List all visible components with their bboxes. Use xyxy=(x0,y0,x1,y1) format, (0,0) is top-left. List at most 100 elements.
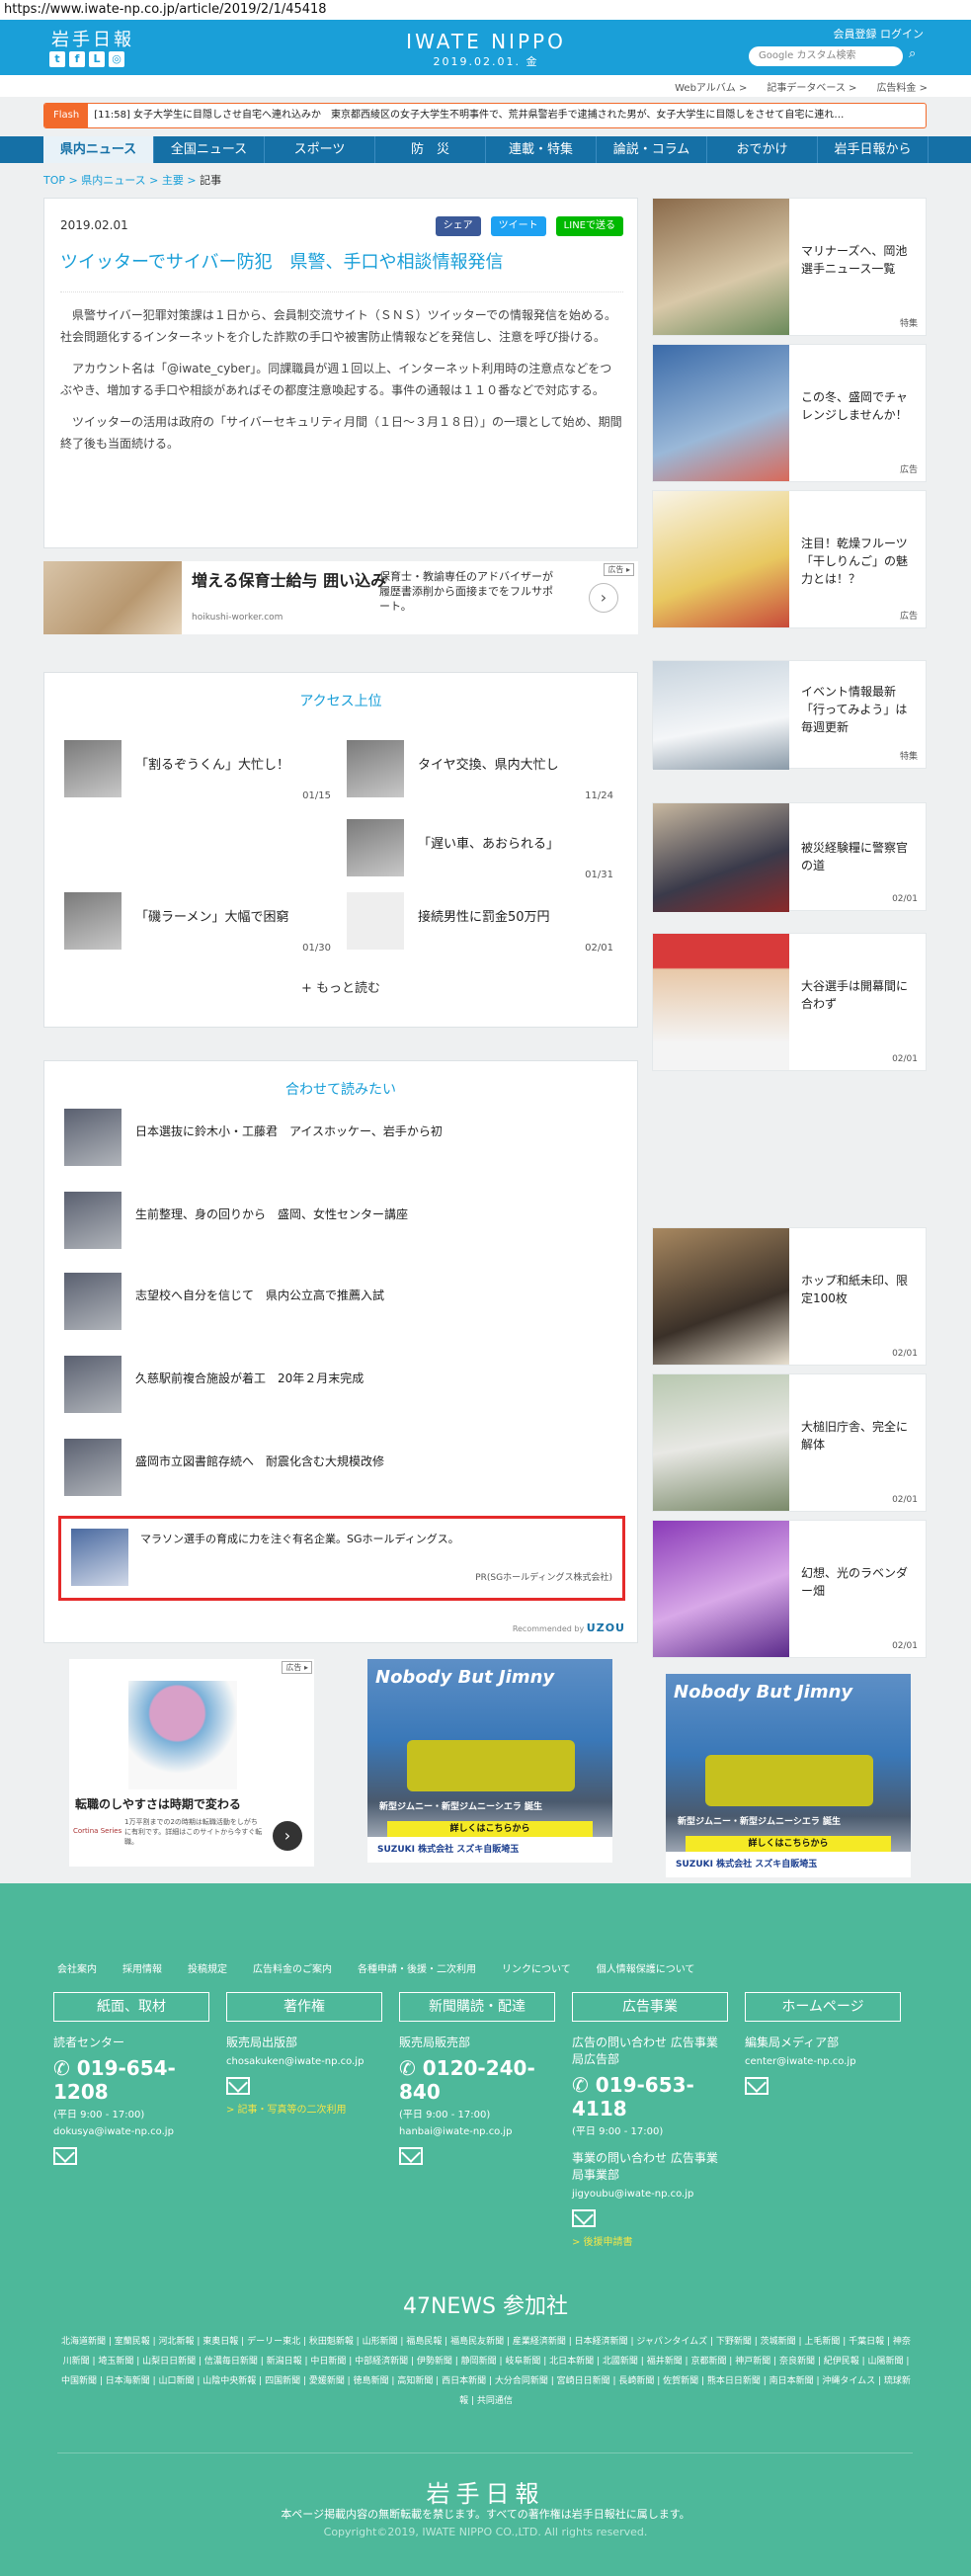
twitter-icon[interactable]: t xyxy=(49,51,65,67)
ad-headline[interactable]: 増える保育士給与 囲い込み xyxy=(192,571,389,591)
register-link[interactable]: 会員登録 xyxy=(834,28,877,41)
sidebar-card[interactable]: ホップ和紙未印、限定100枚 02/01 xyxy=(652,1227,927,1366)
sponsored-thumbnail[interactable] xyxy=(71,1529,128,1586)
footer-link[interactable]: 採用情報 xyxy=(122,1960,162,1975)
ranking-thumbnail[interactable] xyxy=(64,892,121,950)
breadcrumb-top[interactable]: TOP xyxy=(43,174,65,187)
suzuki-jimny-ad[interactable]: Nobody But Jimny 新型ジムニー・新型ジムニーシエラ 誕生 詳しく… xyxy=(367,1659,612,1863)
related-thumbnail[interactable] xyxy=(64,1273,121,1330)
ad-cta-button[interactable]: 詳しくはこちらから xyxy=(686,1836,891,1852)
ranking-item-title[interactable]: タイヤ交換、県内大忙し xyxy=(418,754,559,773)
sidebar-card[interactable]: この冬、盛岡でチャレンジしませんか！ 広告 xyxy=(652,344,927,482)
footer-link[interactable]: 個人情報保護について xyxy=(597,1960,695,1975)
related-item-title[interactable]: 盛岡市立図書館存続へ 耐震化含む大規模改修 xyxy=(135,1453,384,1469)
ranking-item[interactable]: 「磯ラーメン」大幅で困窮 01/30 xyxy=(64,892,331,954)
ad-tag[interactable]: 広告 ▸ xyxy=(604,563,634,576)
contact-email[interactable]: hanbai@iwate-np.co.jp xyxy=(399,2126,555,2137)
contact-phone[interactable]: ✆ 019-653-4118 xyxy=(572,2073,728,2120)
nav-tab-prefecture[interactable]: 県内ニュース xyxy=(43,136,154,163)
related-thumbnail[interactable] xyxy=(64,1109,121,1166)
uzou-logo[interactable]: UZOU xyxy=(587,1621,625,1634)
mail-icon[interactable] xyxy=(53,2147,77,2165)
contact-button[interactable]: 著作権 xyxy=(226,1992,382,2022)
site-logo[interactable]: 岩手日報 xyxy=(51,26,134,51)
related-item[interactable]: 久慈駅前複合施設が着工 20年２月末完成 xyxy=(64,1356,617,1415)
search-icon[interactable]: ⌕ xyxy=(909,46,923,66)
related-item-title[interactable]: 生前整理、身の回りから 盛岡、女性センター講座 xyxy=(135,1205,408,1222)
contact-button[interactable]: 紙面、取材 xyxy=(53,1992,209,2022)
contact-phone[interactable]: ✆ 019-654-1208 xyxy=(53,2056,209,2104)
ad-rates-link[interactable]: 広告料金 > xyxy=(876,79,928,94)
sidebar-card[interactable]: マリナーズへ、岡池選手ニュース一覧 特集 xyxy=(652,198,927,336)
ranking-item[interactable]: 「遅い車、あおられる」 01/31 xyxy=(347,819,613,880)
ranking-item-title[interactable]: 接続男性に罰金50万円 xyxy=(418,906,550,925)
facebook-share-button[interactable]: シェア xyxy=(435,216,481,236)
sidebar-card[interactable]: 大槌旧庁舎、完全に解体 02/01 xyxy=(652,1373,927,1512)
related-item[interactable]: 生前整理、身の回りから 盛岡、女性センター講座 xyxy=(64,1192,617,1251)
nav-tab-sports[interactable]: スポーツ xyxy=(265,136,375,163)
sponsored-title[interactable]: マラソン選手の育成に力を注ぐ有名企業。SGホールディングス。 xyxy=(140,1531,459,1546)
facebook-icon[interactable]: f xyxy=(69,51,85,67)
sidebar-title[interactable]: ホップ和紙未印、限定100枚 xyxy=(801,1272,918,1307)
contact-email[interactable]: center@iwate-np.co.jp xyxy=(745,2056,901,2067)
mail-icon[interactable] xyxy=(226,2077,250,2095)
sponsored-item[interactable]: マラソン選手の育成に力を注ぐ有名企業。SGホールディングス。 PR(SGホールデ… xyxy=(58,1516,625,1601)
footer-link[interactable]: リンクについて xyxy=(502,1960,571,1975)
contact-phone[interactable]: ✆ 0120-240-840 xyxy=(399,2056,555,2104)
nav-tab-disaster[interactable]: 防 災 xyxy=(375,136,486,163)
mail-icon[interactable] xyxy=(745,2077,769,2095)
car-image[interactable] xyxy=(705,1755,873,1806)
sponsorship-link[interactable]: > 後援申請書 xyxy=(572,2233,728,2248)
sidebar-thumbnail[interactable] xyxy=(653,345,789,481)
brand-name[interactable]: IWATE NIPPO xyxy=(387,30,585,53)
related-thumbnail[interactable] xyxy=(64,1356,121,1413)
related-thumbnail[interactable] xyxy=(64,1439,121,1496)
contact-email[interactable]: chosakuken@iwate-np.co.jp xyxy=(226,2056,382,2067)
footer-link[interactable]: 各種申請・後援・二次利用 xyxy=(358,1960,476,1975)
ad-headline[interactable]: Nobody But Jimny xyxy=(674,1682,852,1703)
ad-tag[interactable]: 広告 ▸ xyxy=(282,1661,312,1674)
sidebar-title[interactable]: 幻想、光のラベンダー畑 xyxy=(801,1564,918,1600)
contact-email[interactable]: jigyoubu@iwate-np.co.jp xyxy=(572,2189,728,2200)
instagram-icon[interactable]: ◎ xyxy=(109,51,124,67)
sidebar-title[interactable]: 被災経験糧に警察官の道 xyxy=(801,839,918,874)
ad-headline[interactable]: 転職のしやすさは時期で変わる xyxy=(75,1795,241,1812)
sidebar-card[interactable]: 被災経験糧に警察官の道 02/01 xyxy=(652,802,927,912)
contact-button[interactable]: 新聞購読・配達 xyxy=(399,1992,555,2022)
ranking-thumbnail[interactable] xyxy=(347,892,404,950)
footer-link[interactable]: 会社案内 xyxy=(57,1960,97,1975)
nav-tab-from-iwate[interactable]: 岩手日報から xyxy=(818,136,929,163)
sidebar-thumbnail[interactable] xyxy=(653,491,789,627)
flash-text[interactable]: [11:58] 女子大学生に目隠しさせ自宅へ連れ込みか 東京都西綾区の女子大学生… xyxy=(94,110,844,121)
mail-icon[interactable] xyxy=(399,2147,423,2165)
line-share-button[interactable]: LINEで送る xyxy=(555,216,623,236)
ranking-item[interactable]: 「割るぞうくん」大忙し！ 01/15 xyxy=(64,740,331,801)
mail-icon[interactable] xyxy=(572,2209,596,2227)
related-thumbnail[interactable] xyxy=(64,1192,121,1249)
sidebar-card[interactable]: 幻想、光のラベンダー畑 02/01 xyxy=(652,1520,927,1658)
login-link[interactable]: ログイン xyxy=(880,28,924,41)
related-item-title[interactable]: 日本選抜に鈴木小・工藤君 アイスホッケー、岩手から初 xyxy=(135,1122,443,1139)
ranking-item-title[interactable]: 「磯ラーメン」大幅で困窮 xyxy=(135,906,288,925)
related-item-title[interactable]: 久慈駅前複合施設が着工 20年２月末完成 xyxy=(135,1370,364,1386)
contact-button[interactable]: ホームページ xyxy=(745,1992,901,2022)
sidebar-title[interactable]: この冬、盛岡でチャレンジしませんか！ xyxy=(801,388,918,424)
sidebar-title[interactable]: 注目！乾燥フルーツ「干しりんご」の魅力とは！？ xyxy=(801,535,918,588)
ranking-thumbnail[interactable] xyxy=(347,819,404,876)
member-newspapers[interactable]: 北海道新聞 | 室蘭民報 | 河北新報 | 東奥日報 | デーリー東北 | 秋田… xyxy=(59,2332,913,2411)
ranking-item[interactable]: 接続男性に罰金50万円 02/01 xyxy=(347,892,613,954)
related-item-title[interactable]: 志望校へ自分を信じて 県内公立高で推薦入試 xyxy=(135,1287,384,1303)
line-icon[interactable]: L xyxy=(89,51,105,67)
suzuki-jimny-ad[interactable]: Nobody But Jimny 新型ジムニー・新型ジムニーシエラ 誕生 詳しく… xyxy=(666,1674,911,1877)
breadcrumb-major[interactable]: 主要 xyxy=(162,174,184,187)
browser-url-bar[interactable]: https://www.iwate-np.co.jp/article/2019/… xyxy=(0,0,971,20)
nav-tab-editorial[interactable]: 論説・コラム xyxy=(597,136,707,163)
flash-news-ticker[interactable]: Flash [11:58] 女子大学生に目隠しさせ自宅へ連れ込みか 東京都西綾区の… xyxy=(43,103,927,128)
contact-email[interactable]: dokusya@iwate-np.co.jp xyxy=(53,2126,209,2137)
search-input[interactable]: Google カスタム検索 xyxy=(749,46,903,66)
ranking-item-title[interactable]: 「遅い車、あおられる」 xyxy=(418,833,559,852)
related-item[interactable]: 日本選抜に鈴木小・工藤君 アイスホッケー、岩手から初 xyxy=(64,1109,617,1168)
sidebar-thumbnail[interactable] xyxy=(653,934,789,1070)
chevron-right-icon[interactable]: › xyxy=(273,1821,302,1851)
sidebar-title[interactable]: イベント情報最新「行ってみよう」は毎週更新 xyxy=(801,683,918,736)
